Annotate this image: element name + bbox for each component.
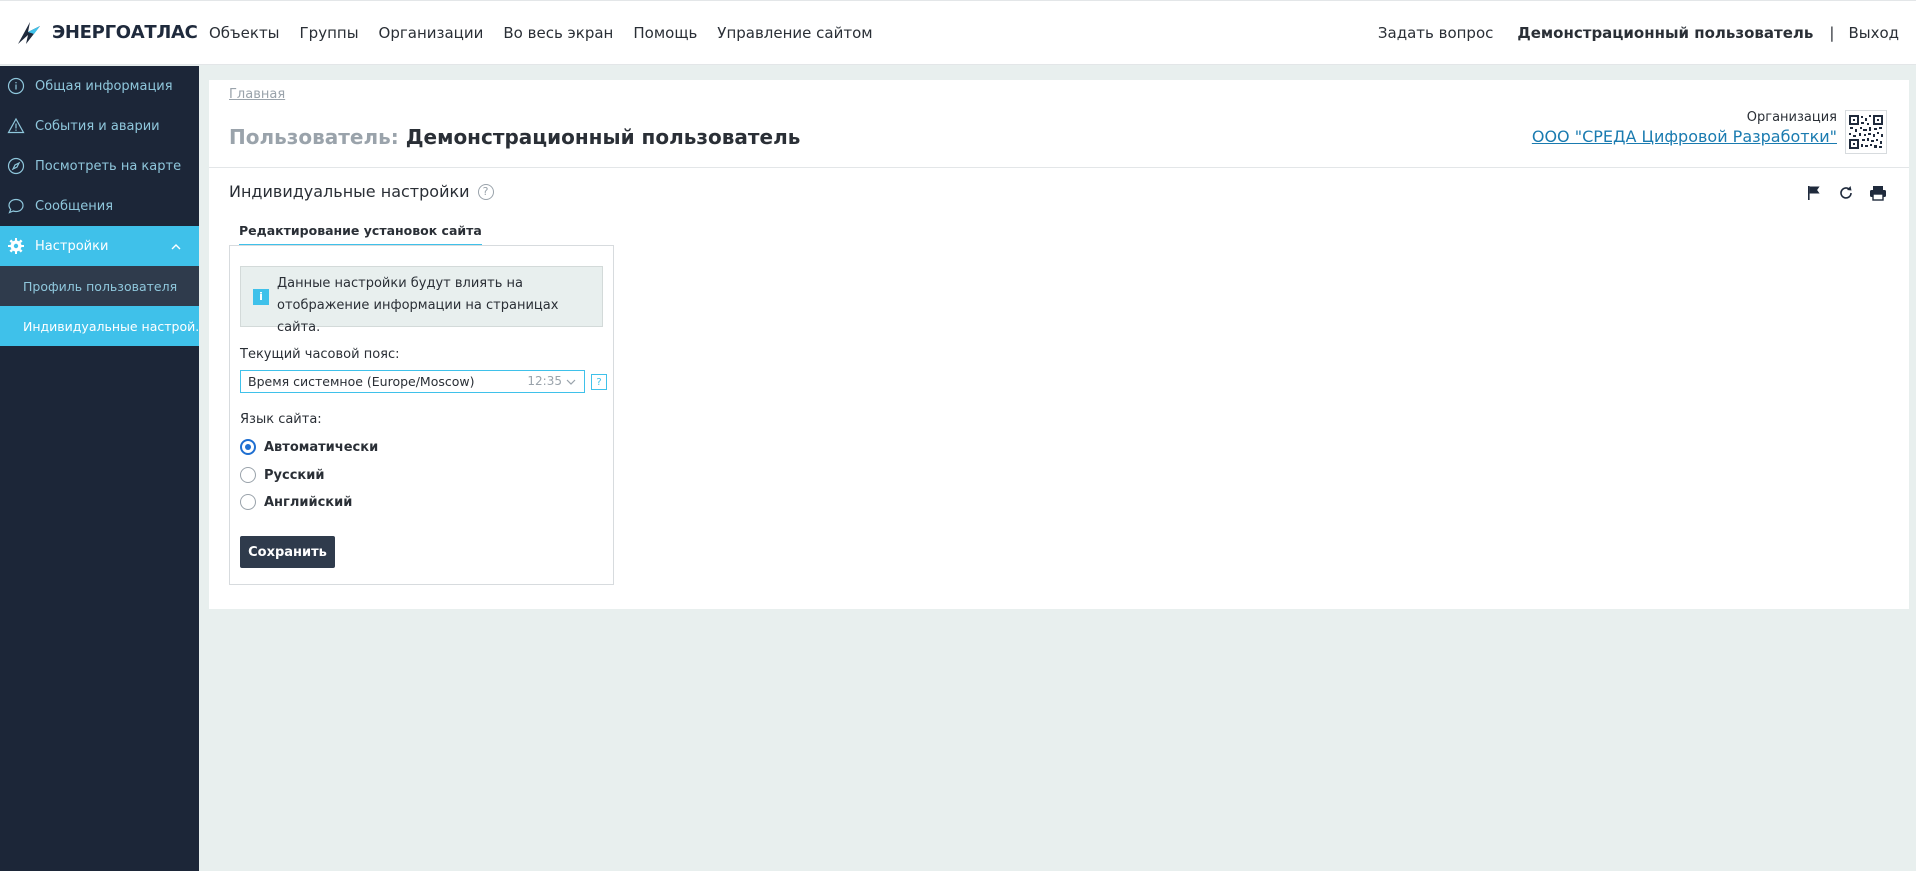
settings-form: i Данные настройки будут влиять на отобр… [229, 245, 614, 585]
sidebar-item-events[interactable]: События и аварии [0, 106, 199, 146]
nav-organizations[interactable]: Организации [379, 24, 484, 42]
nav-groups[interactable]: Группы [300, 24, 359, 42]
radio-language-auto[interactable]: Автоматически [240, 439, 378, 455]
page-title-text: Демонстрационный пользователь [405, 125, 801, 149]
separator: | [1829, 23, 1835, 42]
logo[interactable]: ЭНЕРГОАТЛАС [0, 1, 200, 64]
qr-code-icon[interactable] [1845, 110, 1887, 154]
timezone-label: Текущий часовой пояс: [240, 347, 400, 362]
compass-icon [7, 157, 25, 175]
timezone-value: Время системное (Europe/Moscow) [248, 374, 475, 389]
radio-label: Автоматически [264, 439, 379, 455]
toolbar [1805, 184, 1887, 202]
sidebar-item-general-info[interactable]: Общая информация [0, 66, 199, 106]
info-icon [7, 77, 25, 95]
radio-button[interactable] [240, 467, 256, 483]
main-panel: Главная Пользователь: Демонстрационный п… [209, 80, 1909, 609]
tab-edit-site-settings[interactable]: Редактирование установок сайта [239, 223, 482, 246]
ask-question-link[interactable]: Задать вопрос [1378, 24, 1494, 42]
org-label: Организация [1746, 110, 1837, 125]
sidebar-item-label: Настройки [35, 238, 109, 254]
radio-button-checked[interactable] [240, 439, 256, 455]
section-title-text: Индивидуальные настройки [229, 182, 470, 201]
chevron-down-icon [566, 375, 576, 390]
timezone-time: 12:35 [527, 374, 562, 388]
warning-icon [7, 117, 25, 135]
header-divider [209, 167, 1909, 168]
top-bar: ЭНЕРГОАТЛАС Объекты Группы Организации В… [0, 0, 1916, 65]
radio-label: Русский [264, 467, 325, 483]
chat-icon [7, 197, 25, 215]
sidebar-item-messages[interactable]: Сообщения [0, 186, 199, 226]
logo-text: ЭНЕРГОАТЛАС [52, 22, 198, 43]
info-message: i Данные настройки будут влиять на отобр… [240, 266, 603, 335]
gear-icon [7, 237, 25, 255]
breadcrumb-home[interactable]: Главная [229, 87, 285, 102]
radio-label: Английский [264, 494, 353, 510]
info-badge-icon: i [253, 289, 269, 305]
sidebar-item-label: События и аварии [35, 118, 160, 134]
sidebar-subitem-individual-settings[interactable]: Индивидуальные настрой... [0, 306, 199, 346]
page-title: Пользователь: Демонстрационный пользоват… [229, 125, 800, 149]
timezone-help-button[interactable]: ? [591, 374, 607, 390]
info-message-text: Данные настройки будут влиять на отображ… [277, 276, 559, 335]
nav-fullscreen[interactable]: Во весь экран [503, 24, 613, 42]
sidebar-item-map[interactable]: Посмотреть на карте [0, 146, 199, 186]
save-button[interactable]: Сохранить [240, 536, 335, 568]
radio-button[interactable] [240, 494, 256, 510]
print-icon[interactable] [1869, 184, 1887, 202]
sidebar-subitem-profile[interactable]: Профиль пользователя [0, 266, 199, 306]
user-area: Задать вопрос Демонстрационный пользоват… [1378, 1, 1899, 64]
sidebar-item-label: Сообщения [35, 198, 114, 214]
radio-language-english[interactable]: Английский [240, 494, 352, 510]
refresh-icon[interactable] [1837, 184, 1855, 202]
sidebar: Общая информация События и аварии Посмот… [0, 66, 199, 871]
chevron-up-icon [171, 240, 181, 255]
section-title: Индивидуальные настройки ? [229, 182, 494, 201]
logo-icon [18, 21, 40, 44]
radio-language-russian[interactable]: Русский [240, 467, 324, 483]
org-link[interactable]: ООО "СРЕДА Цифровой Разработки" [1532, 127, 1837, 146]
language-label: Язык сайта: [240, 412, 322, 427]
organization-block: Организация ООО "СРЕДА Цифровой Разработ… [1532, 110, 1837, 146]
sidebar-item-settings[interactable]: Настройки [0, 226, 199, 266]
nav-objects[interactable]: Объекты [209, 24, 280, 42]
user-name[interactable]: Демонстрационный пользователь [1517, 24, 1813, 42]
sidebar-item-label: Общая информация [35, 78, 173, 94]
logout-link[interactable]: Выход [1848, 24, 1899, 42]
help-icon[interactable]: ? [477, 183, 494, 200]
sidebar-item-label: Посмотреть на карте [35, 158, 182, 174]
top-nav: Объекты Группы Организации Во весь экран… [200, 1, 893, 64]
nav-help[interactable]: Помощь [633, 24, 697, 42]
flag-icon[interactable] [1805, 184, 1823, 202]
nav-site-management[interactable]: Управление сайтом [717, 24, 872, 42]
timezone-select[interactable]: Время системное (Europe/Moscow) 12:35 [240, 370, 585, 393]
page-title-prefix: Пользователь: [229, 125, 399, 149]
